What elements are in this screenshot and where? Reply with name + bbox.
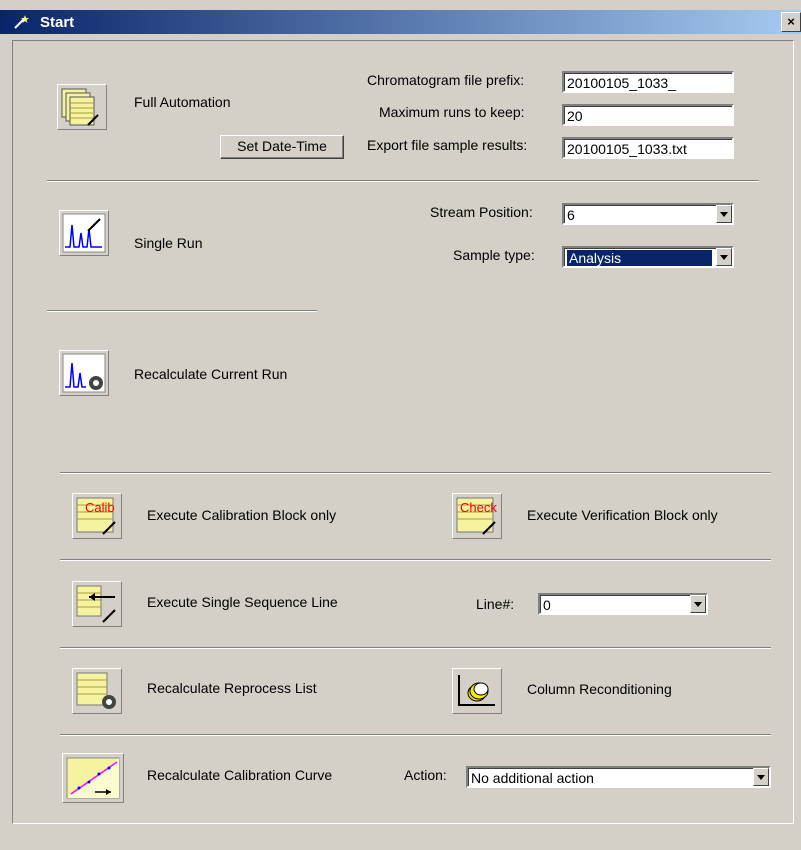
- separator: [60, 734, 771, 736]
- chevron-down-icon[interactable]: [690, 595, 706, 613]
- sequence-wand-icon: [61, 88, 99, 126]
- sample-type-select[interactable]: Analysis: [562, 246, 734, 268]
- separator: [60, 559, 771, 561]
- column-coil-icon: [458, 675, 495, 706]
- verification-block-label: Execute Verification Block only: [527, 507, 718, 523]
- recalculate-current-run-label: Recalculate Current Run: [134, 366, 288, 382]
- close-button[interactable]: ×: [781, 12, 801, 32]
- verification-sequence-icon: Check: [456, 497, 497, 535]
- chromatogram-prefix-label: Chromatogram file prefix:: [367, 72, 525, 88]
- max-runs-input[interactable]: 20: [562, 104, 734, 126]
- stream-position-select[interactable]: 6: [562, 203, 734, 225]
- window-title: Start: [40, 14, 75, 31]
- sample-type-label: Sample type:: [453, 247, 535, 263]
- recalculate-current-run-button[interactable]: [59, 350, 109, 396]
- export-file-input[interactable]: 20100105_1033.txt: [562, 137, 734, 159]
- separator: [47, 310, 317, 312]
- single-run-button[interactable]: [59, 210, 109, 256]
- verification-icon-text: Check: [460, 500, 497, 515]
- column-reconditioning-label: Column Reconditioning: [527, 681, 672, 697]
- sequence-arrow-icon: [76, 585, 116, 623]
- chromatogram-prefix-input[interactable]: 20100105_1033_: [562, 71, 734, 93]
- recalculate-reprocess-list-label: Recalculate Reprocess List: [147, 680, 317, 696]
- max-runs-label: Maximum runs to keep:: [379, 104, 525, 120]
- chevron-down-icon[interactable]: [753, 768, 769, 786]
- title-bar: Start ×: [0, 10, 801, 34]
- stream-position-label: Stream Position:: [430, 204, 533, 220]
- full-automation-button[interactable]: [57, 84, 107, 130]
- chromatogram-icon: [62, 213, 106, 253]
- calibration-block-button[interactable]: Calib: [72, 493, 122, 539]
- single-run-label: Single Run: [134, 235, 203, 251]
- calibration-block-label: Execute Calibration Block only: [147, 507, 337, 523]
- chevron-down-icon[interactable]: [716, 205, 732, 223]
- separator: [60, 472, 771, 474]
- action-label: Action:: [404, 767, 447, 783]
- recalculate-calibration-curve-label: Recalculate Calibration Curve: [147, 767, 333, 783]
- wand-icon: [14, 15, 29, 29]
- column-reconditioning-button[interactable]: [452, 668, 502, 714]
- single-sequence-line-button[interactable]: [72, 581, 122, 627]
- sequence-gear-icon: [76, 672, 116, 709]
- separator: [47, 180, 759, 182]
- calibration-plot-icon: [66, 757, 120, 799]
- verification-block-button[interactable]: Check: [452, 493, 502, 539]
- separator: [60, 647, 771, 649]
- calibration-sequence-icon: Calib: [76, 497, 116, 535]
- recalculate-calibration-curve-button[interactable]: [62, 753, 124, 803]
- chromatogram-gear-icon: [62, 353, 106, 393]
- calibration-icon-text: Calib: [85, 500, 115, 515]
- set-date-time-button[interactable]: Set Date-Time: [220, 135, 344, 159]
- line-number-select[interactable]: 0: [538, 593, 708, 615]
- action-select[interactable]: No additional action: [466, 766, 771, 788]
- line-number-label: Line#:: [476, 596, 515, 612]
- single-sequence-line-label: Execute Single Sequence Line: [147, 594, 338, 610]
- export-file-label: Export file sample results:: [367, 137, 528, 153]
- full-automation-label: Full Automation: [134, 94, 231, 110]
- recalculate-reprocess-list-button[interactable]: [72, 668, 122, 714]
- chevron-down-icon[interactable]: [716, 248, 732, 266]
